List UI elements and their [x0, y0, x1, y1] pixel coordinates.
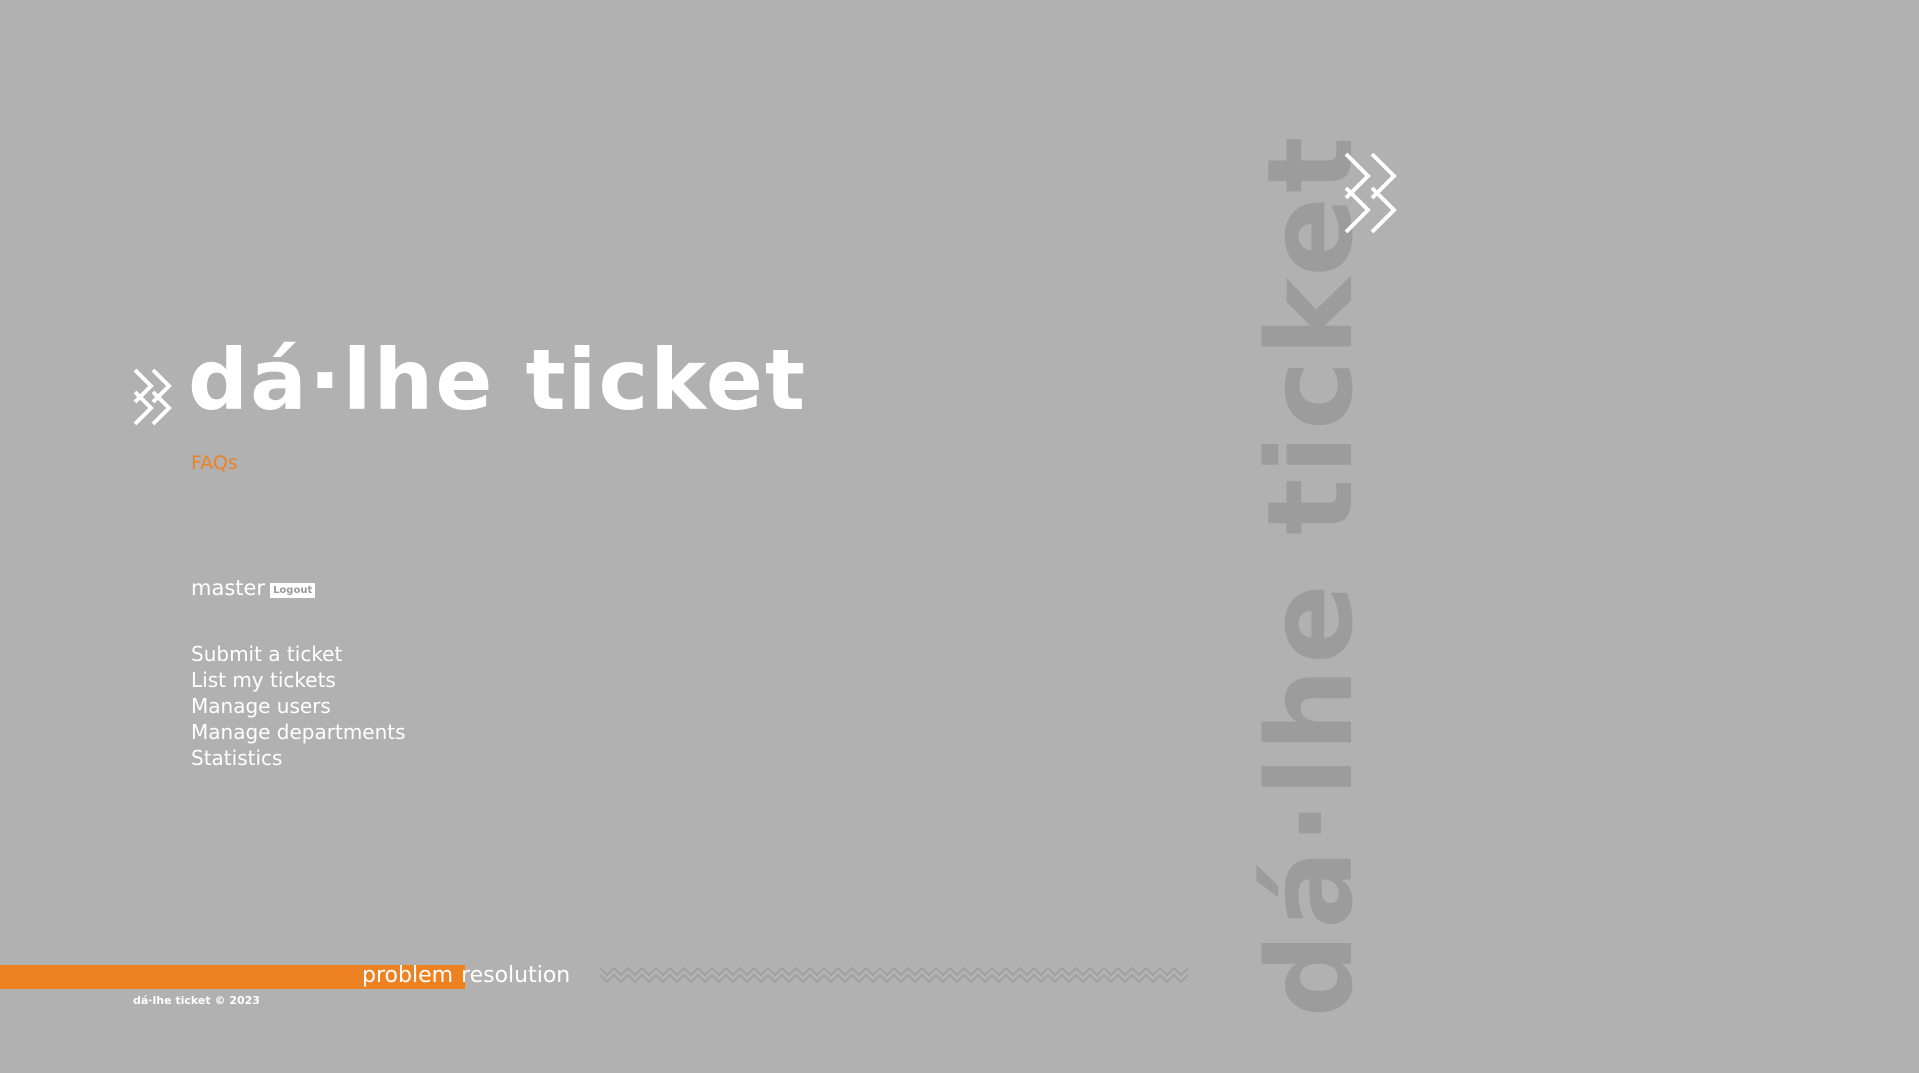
- nav-item-manage-users[interactable]: Manage users: [191, 693, 406, 719]
- tagline: problem resolution: [362, 962, 570, 990]
- brand-title[interactable]: dá·lhe ticket: [188, 338, 807, 422]
- user-block: master Logout: [191, 576, 316, 600]
- nav-item-manage-departments[interactable]: Manage departments: [191, 719, 406, 745]
- double-chevron-right-icon: [133, 368, 172, 426]
- faq-link[interactable]: FAQs: [191, 454, 238, 473]
- main-nav: Submit a ticket List my tickets Manage u…: [191, 641, 406, 771]
- copyright-text: dá·lhe ticket © 2023: [133, 994, 260, 1007]
- double-chevron-right-icon: [1344, 152, 1397, 234]
- nav-item-submit-ticket[interactable]: Submit a ticket: [191, 641, 406, 667]
- zigzag-divider: [600, 966, 1189, 984]
- tagline-rest: resolution: [461, 963, 571, 988]
- nav-item-list-tickets[interactable]: List my tickets: [191, 667, 406, 693]
- tagline-highlight: problem: [362, 963, 454, 988]
- vertical-brand-watermark: dá·lhe ticket: [1241, 132, 1379, 1018]
- username: master: [191, 576, 266, 600]
- logout-button[interactable]: Logout: [270, 583, 316, 598]
- nav-item-statistics[interactable]: Statistics: [191, 745, 406, 771]
